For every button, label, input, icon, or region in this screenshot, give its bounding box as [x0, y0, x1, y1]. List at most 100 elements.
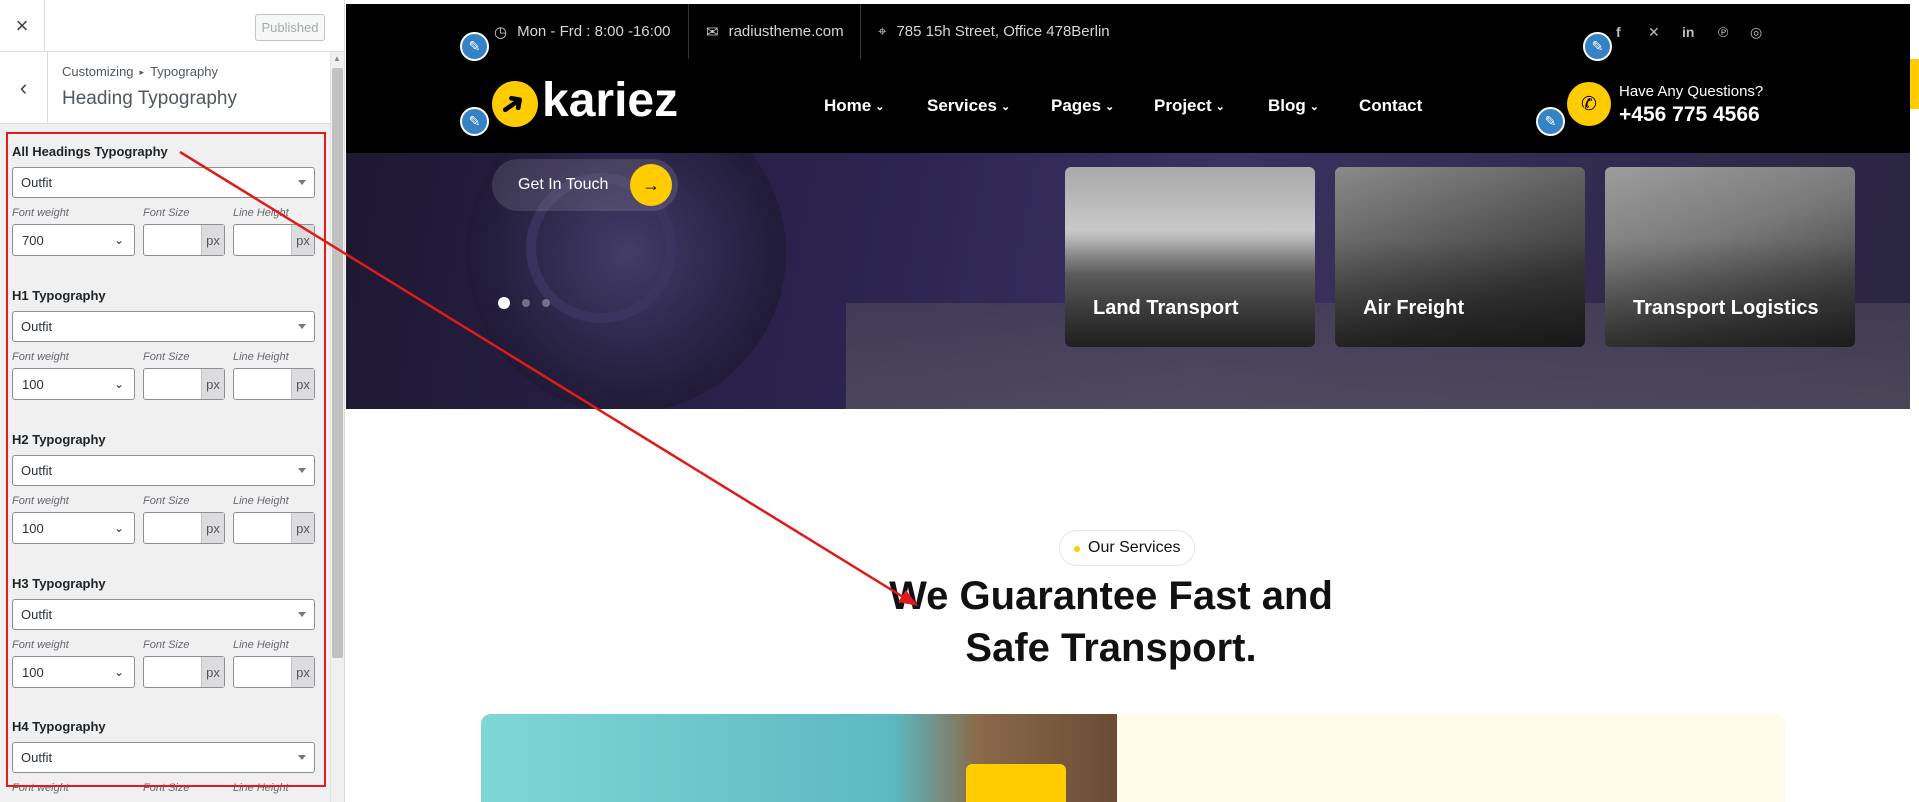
breadcrumb-root: Customizing — [62, 64, 134, 79]
phone-icon[interactable]: ✆ — [1567, 82, 1611, 126]
breadcrumb: Customizing ▸ Typography — [62, 64, 218, 79]
edit-shortcut-pencil-icon[interactable]: ✎ — [1583, 32, 1612, 61]
chevron-down-icon: ⌄ — [113, 521, 124, 535]
line-height-input[interactable]: px — [233, 224, 315, 256]
font-size-field[interactable] — [144, 369, 201, 399]
font-family-select[interactable]: Outfit — [12, 455, 315, 486]
line-height-field[interactable] — [234, 369, 291, 399]
get-in-touch-button[interactable]: Get In Touch → — [492, 159, 678, 211]
x-icon[interactable]: ✕ — [1648, 24, 1660, 41]
font-family-select[interactable]: Outfit — [12, 742, 315, 773]
pinterest-icon[interactable]: ℗ — [1718, 24, 1728, 40]
font-metrics-row: Font weight Font Size Line Height 700 ⌄ p… — [12, 207, 315, 267]
font-size-input[interactable]: px — [143, 512, 225, 544]
clock-icon: ◷ — [494, 23, 508, 41]
font-size-field[interactable] — [144, 657, 201, 687]
scroll-up-icon[interactable]: ▲ — [333, 54, 341, 63]
font-weight-value: 100 — [22, 664, 44, 680]
font-size-label: Font Size — [143, 782, 190, 794]
font-family-select[interactable]: Outfit — [12, 167, 315, 198]
close-icon[interactable]: × — [0, 0, 45, 52]
hours-info: ◷ Mon - Frd : 8:00 -16:00 — [494, 4, 671, 59]
instagram-icon[interactable]: ◎ — [1750, 24, 1762, 41]
font-size-field[interactable] — [144, 225, 201, 255]
line-height-input[interactable]: px — [233, 368, 315, 400]
group-title: H1 Typography — [12, 288, 106, 303]
font-size-field[interactable] — [144, 513, 201, 543]
nav-item-contact[interactable]: Contact — [1359, 96, 1422, 116]
side-tab[interactable] — [1910, 59, 1919, 109]
service-card-land-transport[interactable]: Land Transport — [1065, 167, 1315, 347]
back-arrow-icon[interactable]: ‹ — [0, 52, 48, 124]
chevron-down-icon: ⌄ — [1215, 101, 1225, 113]
font-family-select[interactable]: Outfit — [12, 599, 315, 630]
slider-dot-3[interactable] — [542, 299, 550, 307]
address-text: 785 15h Street, Office 478Berlin — [896, 23, 1110, 40]
services-badge: Our Services — [1059, 530, 1196, 566]
address-info: ⌖ 785 15h Street, Office 478Berlin — [878, 4, 1110, 59]
font-size-input[interactable]: px — [143, 656, 225, 688]
nav-item-services[interactable]: Services ⌄ — [927, 96, 1010, 116]
font-family-select[interactable]: Outfit — [12, 311, 315, 342]
font-size-input[interactable]: px — [143, 224, 225, 256]
font-weight-value: 700 — [22, 232, 44, 248]
screen: × Published ‹ Customizing ▸ Typography Hea… — [0, 0, 1919, 802]
published-button[interactable]: Published — [255, 14, 325, 41]
font-weight-select[interactable]: 100 ⌄ — [12, 656, 135, 688]
service-card-air-freight[interactable]: Air Freight — [1335, 167, 1585, 347]
font-family-value: Outfit — [21, 175, 53, 190]
font-weight-select[interactable]: 100 ⌄ — [12, 512, 135, 544]
nav-item-pages[interactable]: Pages ⌄ — [1051, 96, 1114, 116]
dropdown-caret-icon — [298, 468, 306, 473]
scrollbar-thumb[interactable] — [332, 68, 343, 658]
font-metrics-row: Font weight Font Size Line Height — [12, 782, 315, 802]
line-height-input[interactable]: px — [233, 656, 315, 688]
breadcrumb-section: Typography — [150, 64, 218, 79]
promo-panel — [1117, 714, 1785, 802]
font-weight-select[interactable]: 700 ⌄ — [12, 224, 135, 256]
linkedin-icon[interactable]: in — [1682, 24, 1694, 40]
line-height-field[interactable] — [234, 657, 291, 687]
slider-dot-2[interactable] — [522, 299, 530, 307]
nav-item-home[interactable]: Home ⌄ — [824, 96, 884, 116]
nav-item-project[interactable]: Project ⌄ — [1154, 96, 1225, 116]
edit-shortcut-pencil-icon[interactable]: ✎ — [1536, 107, 1565, 136]
email-text[interactable]: radiustheme.com — [729, 23, 844, 40]
hours-text: Mon - Frd : 8:00 -16:00 — [517, 23, 671, 40]
dropdown-caret-icon — [298, 755, 306, 760]
font-weight-value: 100 — [22, 520, 44, 536]
font-weight-label: Font weight — [12, 639, 69, 651]
slider-dot-1[interactable] — [498, 297, 510, 309]
logo-mark-icon[interactable]: ➜ — [492, 81, 538, 127]
font-weight-select[interactable]: 100 ⌄ — [12, 368, 135, 400]
facebook-icon[interactable]: f — [1616, 24, 1621, 40]
font-size-input[interactable]: px — [143, 368, 225, 400]
typography-group-h4: H4 Typography Outfit Font weight Font Si… — [12, 719, 315, 802]
heading-line-2: Safe Transport. — [965, 626, 1257, 670]
line-height-field[interactable] — [234, 513, 291, 543]
group-title: All Headings Typography — [12, 144, 168, 159]
font-family-value: Outfit — [21, 607, 53, 622]
typography-group-h2: H2 Typography Outfit Font weight Font Si… — [12, 432, 315, 555]
service-card-transport-logistics[interactable]: Transport Logistics — [1605, 167, 1855, 347]
line-height-field[interactable] — [234, 225, 291, 255]
site-navbar: ➜ kariez Home ⌄ Services ⌄ Pages ⌄ Project ⌄… — [346, 59, 1910, 153]
edit-shortcut-pencil-icon[interactable]: ✎ — [460, 107, 489, 136]
unit-label: px — [201, 369, 224, 399]
font-metrics-row: Font weight Font Size Line Height 100 ⌄ p… — [12, 639, 315, 699]
email-info[interactable]: ✉ radiustheme.com — [706, 4, 844, 59]
font-weight-label: Font weight — [12, 207, 69, 219]
font-size-label: Font Size — [143, 495, 190, 507]
unit-label: px — [201, 225, 224, 255]
font-size-label: Font Size — [143, 207, 190, 219]
font-metrics-row: Font weight Font Size Line Height 100 ⌄ p… — [12, 495, 315, 555]
dropdown-caret-icon — [298, 324, 306, 329]
logo-text[interactable]: kariez — [542, 73, 678, 128]
font-weight-value: 100 — [22, 376, 44, 392]
nav-item-blog[interactable]: Blog ⌄ — [1268, 96, 1319, 116]
unit-label: px — [291, 369, 314, 399]
line-height-label: Line Height — [233, 351, 289, 363]
edit-shortcut-pencil-icon[interactable]: ✎ — [460, 32, 489, 61]
contact-phone[interactable]: +456 775 4566 — [1619, 103, 1760, 127]
line-height-input[interactable]: px — [233, 512, 315, 544]
